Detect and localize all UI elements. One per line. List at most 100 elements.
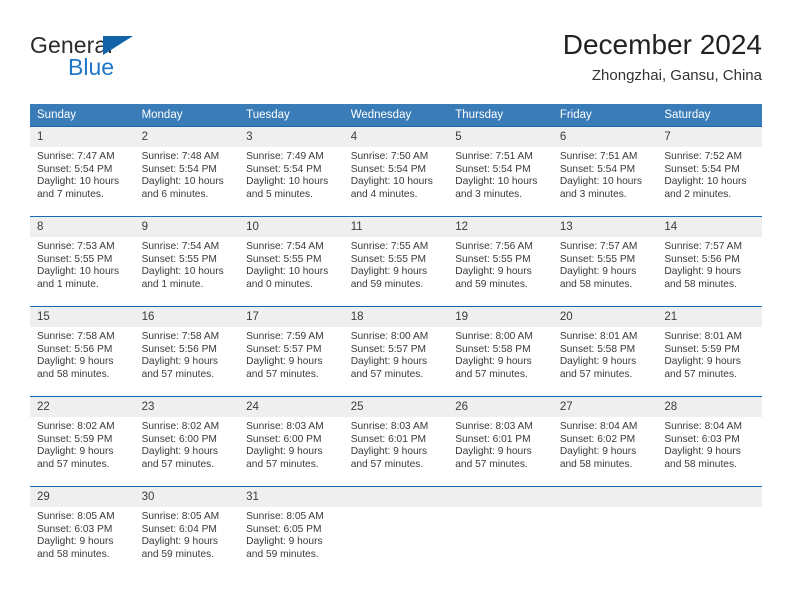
- calendar-day-cell[interactable]: 5 Sunrise: 7:51 AM Sunset: 5:54 PM Daylight…: [448, 127, 553, 216]
- calendar-day-cell[interactable]: 8 Sunrise: 7:53 AM Sunset: 5:55 PM Daylight…: [30, 217, 135, 306]
- day-number: 27: [552, 397, 658, 417]
- day-number: 3: [239, 127, 344, 147]
- sunrise-text: Sunrise: 8:00 AM: [350, 331, 429, 342]
- day-details: Sunrise: 7:57 AM Sunset: 5:55 PM Daylight:…: [553, 237, 658, 291]
- calendar-day-cell[interactable]: 24 Sunrise: 8:03 AM Sunset: 6:00 PM Dayligh…: [239, 397, 344, 486]
- day-details: Sunrise: 8:05 AM Sunset: 6:03 PM Daylight:…: [30, 507, 135, 561]
- sunset-text: Sunset: 5:54 PM: [141, 163, 217, 175]
- sunrise-text: Sunrise: 7:51 AM: [559, 151, 638, 162]
- sunrise-text: Sunrise: 7:58 AM: [37, 331, 115, 342]
- sunset-text: Sunset: 5:55 PM: [141, 253, 217, 265]
- calendar-day-cell-empty: [343, 487, 449, 576]
- daylight-text: Daylight: 9 hours and 57 minutes.: [455, 446, 532, 470]
- sunrise-text: Sunrise: 8:05 AM: [37, 511, 115, 522]
- day-number: 21: [657, 307, 762, 327]
- calendar-day-cell[interactable]: 30 Sunrise: 8:05 AM Sunset: 6:04 PM Dayligh…: [134, 487, 240, 576]
- day-details: Sunrise: 7:54 AM Sunset: 5:55 PM Daylight:…: [135, 237, 240, 291]
- weekday-header-thursday: Thursday: [448, 104, 553, 127]
- daylight-text: Daylight: 9 hours and 57 minutes.: [350, 356, 428, 380]
- day-number: 7: [657, 127, 762, 147]
- daylight-text: Daylight: 9 hours and 58 minutes.: [37, 356, 114, 380]
- day-number: 5: [448, 127, 553, 147]
- calendar-day-cell[interactable]: 26 Sunrise: 8:03 AM Sunset: 6:01 PM Dayligh…: [448, 397, 553, 486]
- title-block: December 2024 Zhongzhai, Gansu, China: [563, 28, 762, 87]
- calendar-day-cell[interactable]: 25 Sunrise: 8:03 AM Sunset: 6:01 PM Dayligh…: [343, 397, 449, 486]
- calendar-day-cell[interactable]: 9 Sunrise: 7:54 AM Sunset: 5:55 PM Daylight…: [134, 217, 240, 306]
- calendar-day-cell[interactable]: 13 Sunrise: 7:57 AM Sunset: 5:55 PM Dayligh…: [552, 217, 658, 306]
- day-number: 12: [448, 217, 553, 237]
- day-details: Sunrise: 8:00 AM Sunset: 5:57 PM Daylight:…: [344, 327, 449, 381]
- generalblue-logo[interactable]: General Blue: [30, 32, 230, 88]
- calendar-day-cell[interactable]: 28 Sunrise: 8:04 AM Sunset: 6:03 PM Dayligh…: [657, 397, 762, 486]
- calendar-day-cell[interactable]: 6 Sunrise: 7:51 AM Sunset: 5:54 PM Daylight…: [552, 127, 658, 216]
- daylight-text: Daylight: 10 hours and 6 minutes.: [141, 176, 224, 200]
- sunrise-text: Sunrise: 7:55 AM: [350, 241, 429, 252]
- calendar-day-cell[interactable]: 23 Sunrise: 8:02 AM Sunset: 6:00 PM Dayligh…: [134, 397, 240, 486]
- day-details: Sunrise: 7:49 AM Sunset: 5:54 PM Daylight:…: [239, 147, 344, 201]
- sunrise-text: Sunrise: 7:58 AM: [141, 331, 220, 342]
- calendar-day-cell[interactable]: 3 Sunrise: 7:49 AM Sunset: 5:54 PM Daylight…: [239, 127, 344, 216]
- calendar-day-cell[interactable]: 20 Sunrise: 8:01 AM Sunset: 5:58 PM Dayligh…: [552, 307, 658, 396]
- sunrise-text: Sunrise: 7:57 AM: [559, 241, 638, 252]
- sunset-text: Sunset: 5:54 PM: [664, 163, 740, 175]
- calendar-body: 1 Sunrise: 7:47 AM Sunset: 5:54 PM Daylight…: [30, 126, 762, 576]
- day-number: 6: [552, 127, 658, 147]
- daylight-text: Daylight: 9 hours and 57 minutes.: [246, 446, 323, 470]
- sunset-text: Sunset: 6:03 PM: [664, 433, 740, 445]
- calendar-day-cell[interactable]: 29 Sunrise: 8:05 AM Sunset: 6:03 PM Dayligh…: [30, 487, 135, 576]
- calendar-day-cell[interactable]: 11 Sunrise: 7:55 AM Sunset: 5:55 PM Dayligh…: [343, 217, 449, 306]
- day-number: 9: [134, 217, 240, 237]
- calendar-day-cell[interactable]: 1 Sunrise: 7:47 AM Sunset: 5:54 PM Daylight…: [30, 127, 135, 216]
- daylight-text: Daylight: 9 hours and 58 minutes.: [664, 446, 741, 470]
- calendar-day-cell[interactable]: 12 Sunrise: 7:56 AM Sunset: 5:55 PM Dayligh…: [448, 217, 553, 306]
- sunset-text: Sunset: 5:57 PM: [246, 343, 322, 355]
- daylight-text: Daylight: 9 hours and 59 minutes.: [455, 266, 532, 290]
- daylight-text: Daylight: 9 hours and 57 minutes.: [141, 446, 219, 470]
- day-number: 19: [448, 307, 553, 327]
- day-details: Sunrise: 7:57 AM Sunset: 5:56 PM Daylight:…: [657, 237, 762, 291]
- day-number: 8: [30, 217, 135, 237]
- calendar-day-cell[interactable]: 4 Sunrise: 7:50 AM Sunset: 5:54 PM Daylight…: [343, 127, 449, 216]
- daylight-text: Daylight: 9 hours and 57 minutes.: [455, 356, 532, 380]
- sunset-text: Sunset: 5:54 PM: [246, 163, 322, 175]
- day-details: Sunrise: 7:55 AM Sunset: 5:55 PM Daylight:…: [344, 237, 449, 291]
- calendar-day-cell[interactable]: 17 Sunrise: 7:59 AM Sunset: 5:57 PM Dayligh…: [239, 307, 344, 396]
- calendar-day-cell[interactable]: 27 Sunrise: 8:04 AM Sunset: 6:02 PM Dayligh…: [552, 397, 658, 486]
- sunrise-text: Sunrise: 7:47 AM: [37, 151, 115, 162]
- calendar-day-cell[interactable]: 14 Sunrise: 7:57 AM Sunset: 5:56 PM Dayligh…: [657, 217, 762, 306]
- sunrise-text: Sunrise: 8:05 AM: [141, 511, 220, 522]
- sunset-text: Sunset: 5:55 PM: [455, 253, 531, 265]
- day-details: Sunrise: 7:54 AM Sunset: 5:55 PM Daylight:…: [239, 237, 344, 291]
- sunset-text: Sunset: 6:05 PM: [246, 523, 322, 535]
- calendar-day-cell[interactable]: 7 Sunrise: 7:52 AM Sunset: 5:54 PM Daylight…: [657, 127, 762, 216]
- day-details: Sunrise: 8:03 AM Sunset: 6:00 PM Daylight:…: [239, 417, 344, 471]
- calendar-day-cell[interactable]: 21 Sunrise: 8:01 AM Sunset: 5:59 PM Dayligh…: [657, 307, 762, 396]
- day-number: 22: [30, 397, 135, 417]
- calendar-day-cell[interactable]: 18 Sunrise: 8:00 AM Sunset: 5:57 PM Dayligh…: [343, 307, 449, 396]
- calendar-day-cell[interactable]: 22 Sunrise: 8:02 AM Sunset: 5:59 PM Dayligh…: [30, 397, 135, 486]
- page-subtitle: Zhongzhai, Gansu, China: [591, 67, 762, 84]
- sunset-text: Sunset: 5:56 PM: [37, 343, 113, 355]
- sunrise-text: Sunrise: 7:56 AM: [455, 241, 533, 252]
- day-details: Sunrise: 8:00 AM Sunset: 5:58 PM Daylight:…: [448, 327, 553, 381]
- calendar-day-cell[interactable]: 2 Sunrise: 7:48 AM Sunset: 5:54 PM Daylight…: [134, 127, 240, 216]
- day-number: 26: [448, 397, 553, 417]
- calendar-week-row: 15 Sunrise: 7:58 AM Sunset: 5:56 PM Dayligh…: [30, 306, 762, 397]
- calendar-day-cell[interactable]: 10 Sunrise: 7:54 AM Sunset: 5:55 PM Dayligh…: [239, 217, 344, 306]
- calendar-page: General Blue December 2024 Zhongzhai, Ga…: [0, 0, 792, 612]
- calendar-day-cell[interactable]: 19 Sunrise: 8:00 AM Sunset: 5:58 PM Dayligh…: [448, 307, 553, 396]
- day-number: 17: [239, 307, 344, 327]
- day-details: Sunrise: 7:51 AM Sunset: 5:54 PM Daylight:…: [448, 147, 553, 201]
- calendar-day-cell[interactable]: 16 Sunrise: 7:58 AM Sunset: 5:56 PM Dayligh…: [134, 307, 240, 396]
- day-details: Sunrise: 7:59 AM Sunset: 5:57 PM Daylight:…: [239, 327, 344, 381]
- daylight-text: Daylight: 9 hours and 59 minutes.: [141, 536, 219, 560]
- calendar-day-cell-empty: [552, 487, 658, 576]
- sunset-text: Sunset: 5:54 PM: [559, 163, 636, 175]
- day-details: Sunrise: 8:01 AM Sunset: 5:58 PM Daylight:…: [553, 327, 658, 381]
- day-number: 25: [343, 397, 449, 417]
- day-number: 23: [134, 397, 240, 417]
- sunset-text: Sunset: 5:58 PM: [455, 343, 531, 355]
- calendar-day-cell[interactable]: 15 Sunrise: 7:58 AM Sunset: 5:56 PM Dayligh…: [30, 307, 135, 396]
- calendar-day-cell[interactable]: 31 Sunrise: 8:05 AM Sunset: 6:05 PM Dayligh…: [239, 487, 344, 576]
- logo-triangle-icon: [103, 36, 133, 55]
